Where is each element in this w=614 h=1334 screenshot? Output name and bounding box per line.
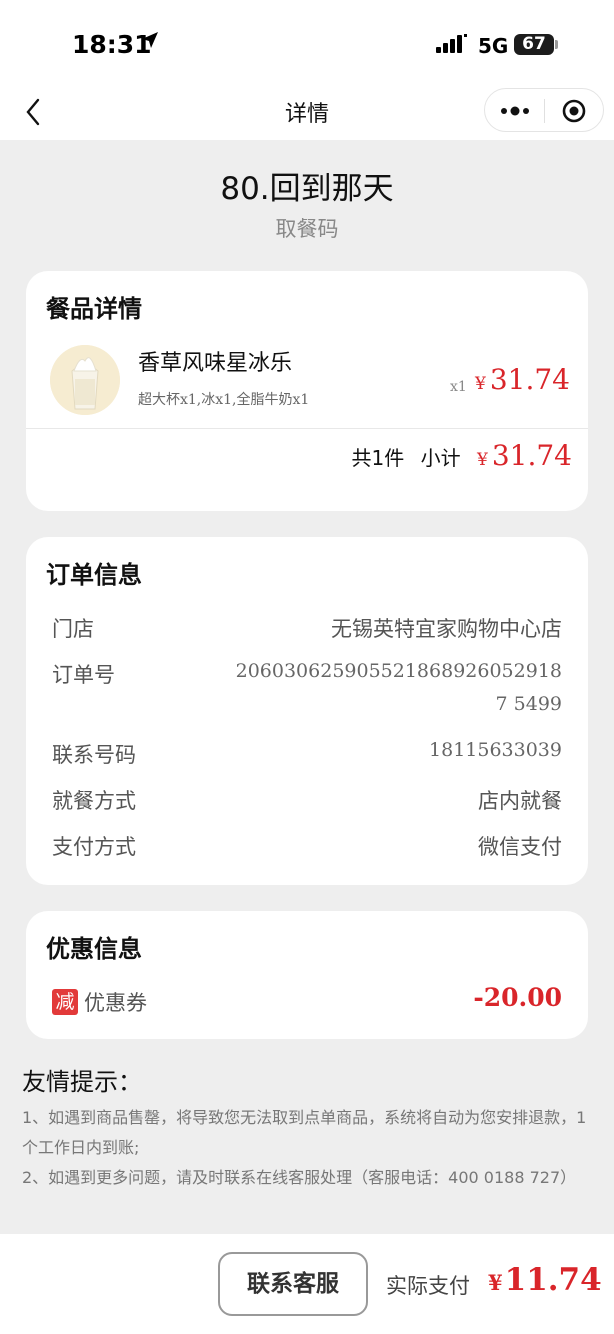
order-number-value: 2060306259055218689260529187 5499	[235, 660, 562, 715]
coupon-label: 优惠券	[84, 991, 147, 1015]
payment-label: 支付方式	[52, 835, 136, 859]
battery-tip	[555, 40, 558, 49]
item-count: 共1件	[351, 446, 405, 470]
currency-symbol: ¥	[488, 1270, 503, 1295]
currency-symbol: ¥	[475, 374, 486, 394]
product-price-value: 31.74	[489, 363, 570, 396]
store-label: 门店	[52, 617, 94, 641]
signal-icon	[436, 34, 468, 58]
subtotal-price: ¥31.74	[477, 439, 572, 472]
contact-service-button[interactable]: 联系客服	[218, 1252, 368, 1316]
currency-symbol: ¥	[477, 450, 488, 470]
phone-label: 联系号码	[52, 743, 136, 767]
coupon-amount: -20.00	[473, 983, 562, 1012]
product-price: ¥31.74	[475, 363, 570, 396]
divider	[26, 428, 588, 429]
order-summary: 共1件 小计 ¥31.74	[352, 439, 572, 472]
store-value: 无锡英特宜家购物中心店	[331, 617, 562, 641]
tip-line-2: 2、如遇到更多问题，请及时联系在线客服处理（客服电话：400 0188 727）	[22, 1168, 577, 1187]
discount-title: 优惠信息	[46, 935, 142, 963]
pickup-label: 取餐码	[275, 217, 339, 241]
subtotal-value: 31.74	[491, 439, 572, 472]
location-arrow-icon	[140, 30, 160, 54]
order-info-card: 订单信息 门店 无锡英特宜家购物中心店 订单号 2060306259055218…	[26, 537, 588, 885]
product-name: 香草风味星冰乐	[138, 351, 293, 376]
tips-text: 1、如遇到商品售罄，将导致您无法取到点单商品，系统将自动为您安排退款，1个工作日…	[22, 1103, 596, 1193]
food-details-title: 餐品详情	[46, 295, 142, 323]
subtotal-label: 小计	[420, 446, 461, 470]
tips-title: 友情提示：	[22, 1068, 142, 1096]
food-details-card: 餐品详情 香草风味星冰乐 超大杯x1,冰x1,全脂牛奶x1 x1 ¥31.74 …	[26, 271, 588, 511]
status-bar: 18:31 5G 67	[0, 0, 614, 84]
bottom-bar: 联系客服 实际支付 ¥11.74	[0, 1234, 614, 1334]
mini-program-capsule	[484, 88, 604, 132]
pickup-number: 80.回到那天	[220, 171, 394, 207]
paid-amount: ¥11.74	[488, 1262, 602, 1298]
close-target-icon[interactable]	[561, 98, 587, 128]
discount-card: 优惠信息 减 优惠券 -20.00	[26, 911, 588, 1039]
product-options: 超大杯x1,冰x1,全脂牛奶x1	[138, 392, 310, 408]
order-number-label: 订单号	[52, 663, 115, 687]
capsule-divider	[544, 99, 545, 123]
nav-bar: 详情	[0, 84, 614, 140]
network-type: 5G	[478, 34, 509, 58]
phone-value: 18115633039	[429, 739, 562, 761]
paid-amount-value: 11.74	[504, 1262, 602, 1298]
product-image	[50, 345, 120, 415]
dining-label: 就餐方式	[52, 789, 136, 813]
more-icon[interactable]	[499, 101, 531, 125]
discount-badge-icon: 减	[52, 989, 78, 1015]
paid-label: 实际支付	[386, 1274, 470, 1298]
product-quantity: x1	[450, 379, 467, 395]
battery-icon: 67	[514, 34, 554, 55]
tip-line-1: 1、如遇到商品售罄，将导致您无法取到点单商品，系统将自动为您安排退款，1个工作日…	[22, 1108, 587, 1157]
payment-value: 微信支付	[478, 835, 562, 859]
dining-value: 店内就餐	[478, 789, 562, 813]
order-info-title: 订单信息	[46, 561, 142, 589]
